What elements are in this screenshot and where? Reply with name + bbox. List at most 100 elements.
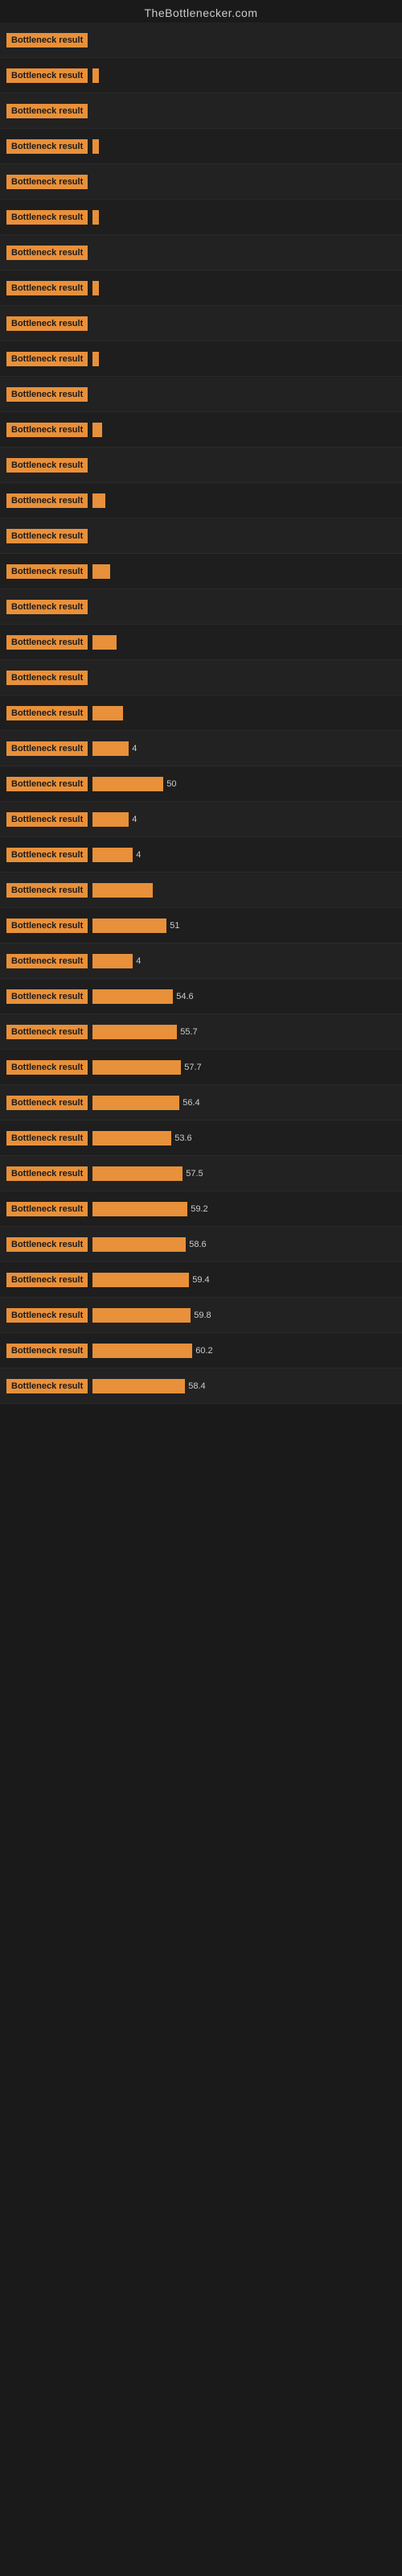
bar-container: 59.2 [92,1202,396,1216]
bottleneck-label: Bottleneck result [6,1344,88,1358]
bar-container: 59.8 [92,1308,396,1323]
result-value: 57.7 [184,1063,201,1072]
result-bar [92,883,153,898]
table-row: Bottleneck result [0,164,402,200]
bottleneck-label: Bottleneck result [6,210,88,225]
bottleneck-label: Bottleneck result [6,104,88,118]
bottleneck-label: Bottleneck result [6,919,88,933]
bottleneck-label: Bottleneck result [6,493,88,508]
result-value: 4 [132,744,137,753]
result-value: 58.6 [189,1240,206,1249]
bottleneck-label: Bottleneck result [6,1237,88,1252]
bottleneck-label: Bottleneck result [6,529,88,543]
table-row: Bottleneck result 4 [0,837,402,873]
table-row: Bottleneck result 4 [0,731,402,766]
bar-container: 4 [92,741,396,756]
result-value: 4 [132,815,137,824]
bottleneck-label: Bottleneck result [6,671,88,685]
result-value: 56.4 [183,1098,199,1108]
result-value: 60.2 [195,1346,212,1356]
table-row: Bottleneck result [0,696,402,731]
bar-container [92,635,396,650]
table-row: Bottleneck result [0,341,402,377]
bottleneck-label: Bottleneck result [6,1273,88,1287]
result-bar [92,493,105,508]
bar-container [92,68,396,83]
result-bar [92,1344,192,1358]
bottleneck-label: Bottleneck result [6,316,88,331]
table-row: Bottleneck result [0,873,402,908]
result-bar [92,1273,189,1287]
bottleneck-label: Bottleneck result [6,33,88,47]
bar-container [92,493,396,508]
table-row: Bottleneck result 58.6 [0,1227,402,1262]
bottleneck-label: Bottleneck result [6,848,88,862]
bottleneck-label: Bottleneck result [6,954,88,968]
bar-container [92,281,396,295]
bar-container: 57.5 [92,1166,396,1181]
bottleneck-label: Bottleneck result [6,1060,88,1075]
result-bar [92,1379,185,1393]
result-bar [92,777,163,791]
bar-container [92,210,396,225]
bottleneck-label: Bottleneck result [6,1131,88,1146]
bottleneck-label: Bottleneck result [6,458,88,473]
table-row: Bottleneck result 53.6 [0,1121,402,1156]
bottleneck-label: Bottleneck result [6,1202,88,1216]
result-bar [92,1025,177,1039]
bar-container [92,423,396,437]
bar-container: 57.7 [92,1060,396,1075]
table-row: Bottleneck result [0,589,402,625]
result-bar [92,564,110,579]
table-row: Bottleneck result [0,412,402,448]
bar-container: 51 [92,919,396,933]
result-value: 54.6 [176,992,193,1001]
result-bar [92,812,129,827]
bottleneck-label: Bottleneck result [6,1025,88,1039]
bar-container: 4 [92,812,396,827]
result-bar [92,1237,186,1252]
bottleneck-label: Bottleneck result [6,139,88,154]
result-value: 53.6 [174,1133,191,1143]
bottleneck-label: Bottleneck result [6,706,88,720]
result-bar [92,1131,171,1146]
bar-container: 53.6 [92,1131,396,1146]
bottleneck-label: Bottleneck result [6,564,88,579]
result-bar [92,741,129,756]
bottleneck-label: Bottleneck result [6,68,88,83]
table-row: Bottleneck result 59.2 [0,1191,402,1227]
bar-container: 59.4 [92,1273,396,1287]
result-bar [92,1308,191,1323]
bar-container: 4 [92,848,396,862]
table-row: Bottleneck result57.5 [0,1156,402,1191]
table-row: Bottleneck result 58.4 [0,1368,402,1404]
result-value: 50 [166,779,176,789]
bar-container: 54.6 [92,989,396,1004]
bar-container [92,139,396,154]
result-bar [92,139,99,154]
table-row: Bottleneck result [0,377,402,412]
bottleneck-label: Bottleneck result [6,1379,88,1393]
bar-container: 55.7 [92,1025,396,1039]
bottleneck-label: Bottleneck result [6,812,88,827]
bottleneck-label: Bottleneck result [6,175,88,189]
bottleneck-label: Bottleneck result [6,352,88,366]
result-bar [92,423,102,437]
table-row: Bottleneck result [0,448,402,483]
table-row: Bottleneck result [0,270,402,306]
bar-container: 60.2 [92,1344,396,1358]
bar-container: 58.4 [92,1379,396,1393]
table-row: Bottleneck result59.8 [0,1298,402,1333]
result-bar [92,848,133,862]
bar-container [92,706,396,720]
table-row: Bottleneck result 60.2 [0,1333,402,1368]
result-value: 55.7 [180,1027,197,1037]
table-row: Bottleneck result 59.4 [0,1262,402,1298]
result-value: 57.5 [186,1169,203,1179]
bar-container [92,564,396,579]
result-value: 4 [136,850,141,860]
bottleneck-label: Bottleneck result [6,635,88,650]
bottleneck-label: Bottleneck result [6,1096,88,1110]
result-bar [92,281,99,295]
bottleneck-label: Bottleneck result [6,741,88,756]
